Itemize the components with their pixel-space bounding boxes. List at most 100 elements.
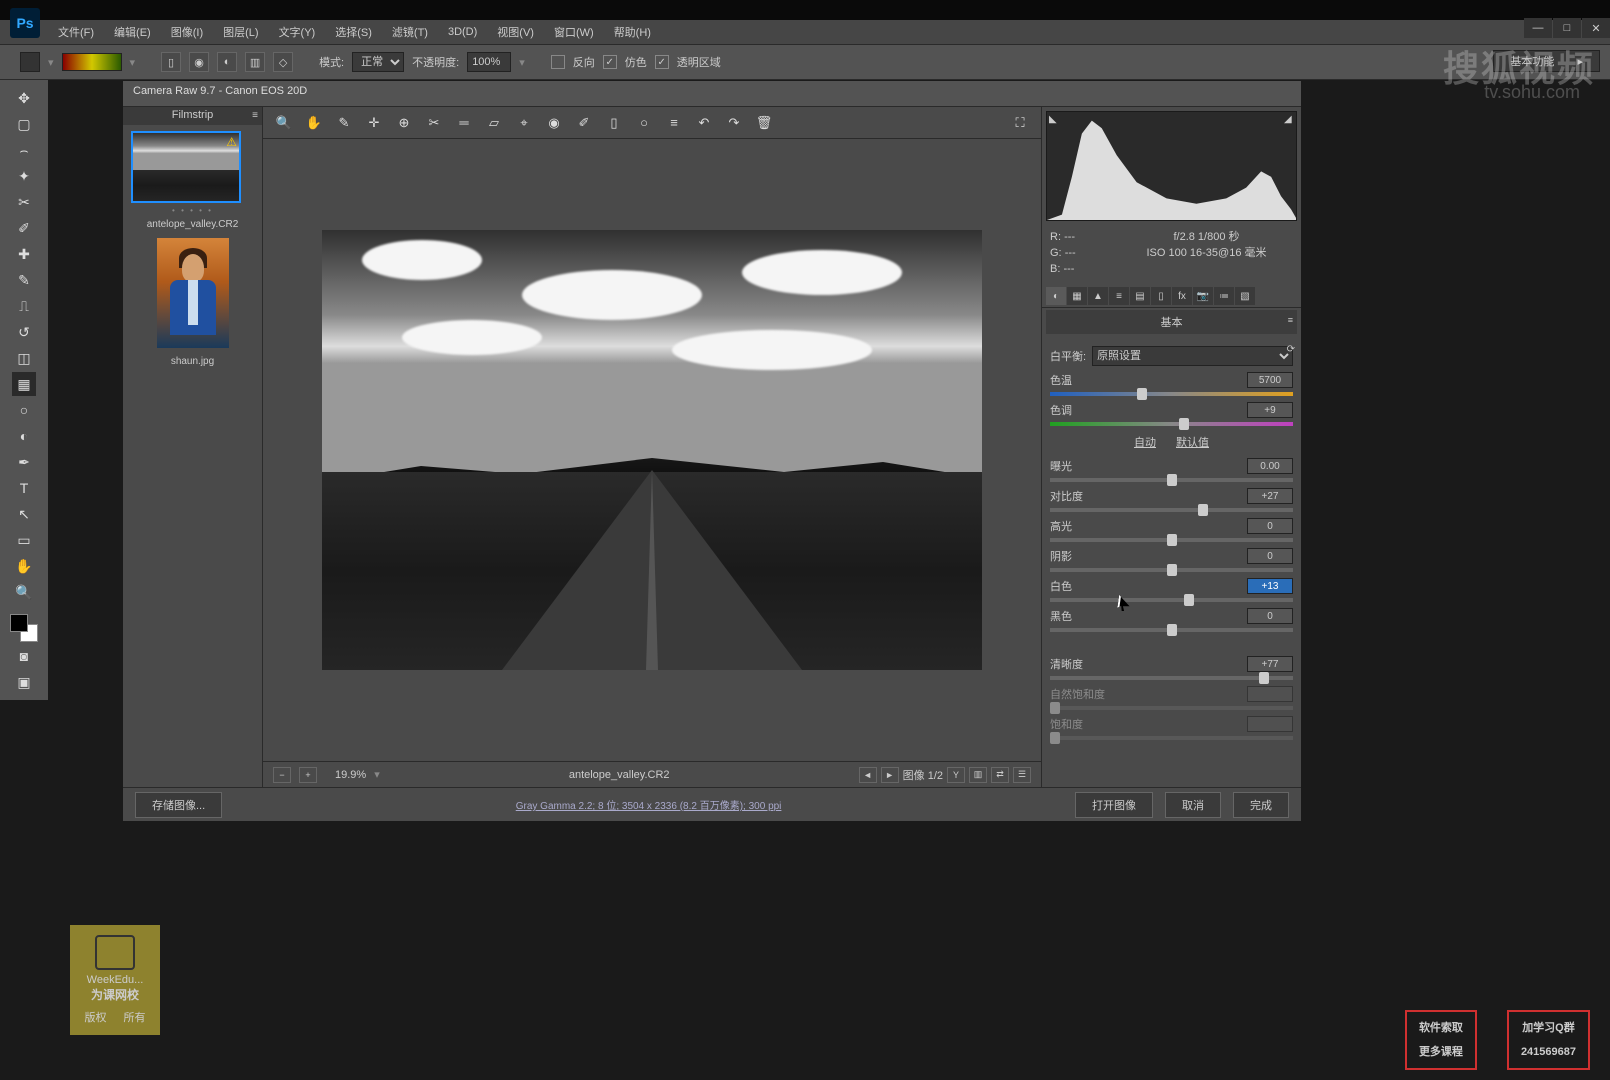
workflow-link[interactable]: Gray Gamma 2.2; 8 位; 3504 x 2336 (8.2 百万… (234, 797, 1063, 812)
slider-清晰度[interactable]: 清晰度 (1050, 656, 1293, 680)
zoom-tool-icon[interactable]: 🔍 (273, 112, 295, 134)
slider-自然饱和度[interactable]: 自然饱和度 (1050, 686, 1293, 710)
tab-basic-icon[interactable]: ◐ (1046, 287, 1066, 305)
gradient-angle-icon[interactable]: ◐ (217, 52, 237, 72)
crop-tool-icon[interactable]: ✂ (12, 190, 36, 214)
transform-icon[interactable]: ▱ (483, 112, 505, 134)
blend-mode-select[interactable]: 正常 (352, 52, 404, 72)
tab-split-icon[interactable]: ▤ (1130, 287, 1150, 305)
slider-高光[interactable]: 高光 (1050, 518, 1293, 542)
pen-tool-icon[interactable]: ✒ (12, 450, 36, 474)
zoom-out-icon[interactable]: − (273, 767, 291, 783)
gradient-tool-icon[interactable]: ▦ (12, 372, 36, 396)
open-image-button[interactable]: 打开图像 (1075, 792, 1153, 818)
hand-tool-icon[interactable]: ✋ (303, 112, 325, 134)
gradient-linear-icon[interactable]: ▯ (161, 52, 181, 72)
wand-tool-icon[interactable]: ✦ (12, 164, 36, 188)
menu-file[interactable]: 文件(F) (50, 21, 102, 43)
auto-link[interactable]: 自动 (1134, 437, 1156, 449)
workspace-selector[interactable]: 基本功能 ▸ (1493, 50, 1600, 72)
history-brush-icon[interactable]: ↺ (12, 320, 36, 344)
slider-黑色[interactable]: 黑色 (1050, 608, 1293, 632)
move-tool-icon[interactable]: ✥ (12, 86, 36, 110)
straighten-icon[interactable]: ═ (453, 112, 475, 134)
gradient-preview[interactable] (62, 53, 122, 71)
zoom-tool-icon[interactable]: 🔍 (12, 580, 36, 604)
menu-view[interactable]: 视图(V) (489, 21, 542, 43)
reverse-checkbox[interactable] (551, 55, 565, 69)
fg-bg-colors[interactable] (10, 614, 38, 642)
next-image-icon[interactable]: ► (881, 767, 899, 783)
heal-tool-icon[interactable]: ✚ (12, 242, 36, 266)
preview-canvas[interactable] (263, 139, 1041, 761)
slider-value-input[interactable] (1247, 372, 1293, 388)
wb-tool-icon[interactable]: ✎ (333, 112, 355, 134)
tab-curve-icon[interactable]: ▦ (1067, 287, 1087, 305)
highlight-clip-icon[interactable]: ◢ (1284, 114, 1294, 124)
gradient-radial-icon[interactable]: ◉ (189, 52, 209, 72)
menu-layer[interactable]: 图层(L) (215, 21, 266, 43)
slider-白色[interactable]: 白色 (1050, 578, 1293, 602)
slider-value-input[interactable] (1247, 656, 1293, 672)
compare-settings-icon[interactable]: ☰ (1013, 767, 1031, 783)
opacity-input[interactable] (467, 52, 511, 72)
color-sampler-icon[interactable]: ✛ (363, 112, 385, 134)
minimize-button[interactable]: — (1524, 18, 1552, 38)
menu-filter[interactable]: 滤镜(T) (384, 21, 436, 43)
dither-checkbox[interactable]: ✓ (603, 55, 617, 69)
transparency-checkbox[interactable]: ✓ (655, 55, 669, 69)
shape-tool-icon[interactable]: ▭ (12, 528, 36, 552)
spot-removal-icon[interactable]: ⌖ (513, 112, 535, 134)
compare-swap-icon[interactable]: ⇄ (991, 767, 1009, 783)
menu-window[interactable]: 窗口(W) (546, 21, 602, 43)
slider-value-input[interactable] (1247, 402, 1293, 418)
slider-饱和度[interactable]: 饱和度 (1050, 716, 1293, 740)
gradient-diamond-icon[interactable]: ◇ (273, 52, 293, 72)
eyedropper-tool-icon[interactable]: ✐ (12, 216, 36, 240)
menu-edit[interactable]: 编辑(E) (106, 21, 159, 43)
tab-snapshots-icon[interactable]: ▧ (1235, 287, 1255, 305)
default-link[interactable]: 默认值 (1176, 437, 1209, 449)
panel-menu-icon[interactable]: ≡ (1288, 315, 1293, 325)
radial-filter-icon[interactable]: ○ (633, 112, 655, 134)
slider-value-input[interactable] (1247, 686, 1293, 702)
compare-split-icon[interactable]: ▥ (969, 767, 987, 783)
menu-3d[interactable]: 3D(D) (440, 23, 485, 41)
type-tool-icon[interactable]: T (12, 476, 36, 500)
slider-阴影[interactable]: 阴影 (1050, 548, 1293, 572)
gradient-reflected-icon[interactable]: ▥ (245, 52, 265, 72)
prev-image-icon[interactable]: ◄ (859, 767, 877, 783)
slider-对比度[interactable]: 对比度 (1050, 488, 1293, 512)
path-select-icon[interactable]: ↖ (12, 502, 36, 526)
redeye-icon[interactable]: ◉ (543, 112, 565, 134)
shadow-clip-icon[interactable]: ◣ (1049, 114, 1059, 124)
tab-lens-icon[interactable]: ▯ (1151, 287, 1171, 305)
zoom-value[interactable]: 19.9% (335, 769, 366, 781)
refresh-icon[interactable]: ⟳ (1287, 344, 1295, 355)
tab-presets-icon[interactable]: ≔ (1214, 287, 1234, 305)
rotate-cw-icon[interactable]: ↷ (723, 112, 745, 134)
fullscreen-icon[interactable]: ⛶ (1009, 112, 1031, 134)
lasso-tool-icon[interactable]: ⌢ (12, 138, 36, 162)
zoom-in-icon[interactable]: + (299, 767, 317, 783)
histogram[interactable]: ◣ ◢ (1046, 111, 1297, 221)
compare-y-icon[interactable]: Y (947, 767, 965, 783)
slider-value-input[interactable] (1247, 518, 1293, 534)
thumbnail-1[interactable]: ⚠ • • • • • antelope_valley.CR2 (131, 131, 254, 230)
rotate-ccw-icon[interactable]: ↶ (693, 112, 715, 134)
trash-icon[interactable]: 🗑 (753, 112, 775, 134)
slider-value-input[interactable] (1247, 716, 1293, 732)
target-adjust-icon[interactable]: ⊕ (393, 112, 415, 134)
slider-value-input[interactable] (1247, 548, 1293, 564)
wb-select[interactable]: 原照设置 (1092, 346, 1293, 366)
stamp-tool-icon[interactable]: ⎍ (12, 294, 36, 318)
marquee-tool-icon[interactable]: ▢ (12, 112, 36, 136)
hand-tool-icon[interactable]: ✋ (12, 554, 36, 578)
filmstrip-menu-icon[interactable]: ≡ (252, 110, 258, 121)
brush-tool-icon[interactable]: ✎ (12, 268, 36, 292)
cancel-button[interactable]: 取消 (1165, 792, 1221, 818)
menu-select[interactable]: 选择(S) (327, 21, 380, 43)
grad-filter-icon[interactable]: ▯ (603, 112, 625, 134)
adjust-brush-icon[interactable]: ✐ (573, 112, 595, 134)
save-images-button[interactable]: 存储图像... (135, 792, 222, 818)
